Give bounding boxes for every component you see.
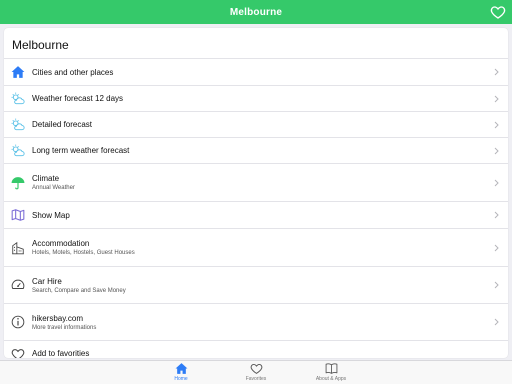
chevron-right-icon xyxy=(494,121,499,128)
top-bar: Melbourne xyxy=(0,0,512,24)
list-item-label: Weather forecast 12 days xyxy=(32,94,124,103)
heart-icon xyxy=(250,363,262,374)
list-item-subtitle: Search, Compare and Save Money xyxy=(32,287,126,294)
list-item-label: Cities and other places xyxy=(32,67,114,77)
tab-home[interactable]: Home xyxy=(151,362,211,384)
list-item-label: Accommodation xyxy=(32,239,90,248)
chevron-right-icon xyxy=(494,281,499,289)
info-icon xyxy=(11,315,25,329)
list-item-climate[interactable]: Climate Annual Weather xyxy=(4,163,508,201)
weather-icon xyxy=(11,144,25,158)
speedometer-icon xyxy=(11,278,25,292)
page-title: Melbourne xyxy=(229,6,283,18)
chevron-right-icon xyxy=(494,318,499,326)
chevron-right-icon xyxy=(494,211,499,219)
menu-card: Melbourne Cities and other places Weathe… xyxy=(4,28,508,358)
house-icon xyxy=(175,363,187,374)
tab-label: About & Apps xyxy=(315,376,347,382)
list-item-subtitle: Annual Weather xyxy=(32,185,75,191)
chevron-right-icon xyxy=(494,147,499,154)
home-icon xyxy=(11,65,25,79)
menu-list: Cities and other places Weather forecast… xyxy=(4,58,508,358)
list-item-accommodation[interactable]: Accommodation Hotels, Motels, Hostels, G… xyxy=(4,228,508,266)
list-item-label: Detailed forecast xyxy=(32,120,93,129)
list-item-long-term-forecast[interactable]: Long term weather forecast xyxy=(4,137,508,163)
book-icon xyxy=(325,363,337,374)
umbrella-icon xyxy=(11,176,25,190)
list-item-car-hire[interactable]: Car Hire Search, Compare and Save Money xyxy=(4,266,508,303)
chevron-right-icon xyxy=(494,95,499,102)
list-item-hikersbay[interactable]: hikersbay.com More travel informations xyxy=(4,303,508,340)
tab-about-apps[interactable]: About & Apps xyxy=(301,362,361,384)
map-icon xyxy=(11,208,25,222)
weather-icon xyxy=(11,118,25,132)
list-item-cities[interactable]: Cities and other places xyxy=(4,58,508,85)
building-icon xyxy=(11,241,25,255)
list-item-show-map[interactable]: Show Map xyxy=(4,201,508,228)
tab-label: Favorites xyxy=(245,376,267,382)
heart-outline-icon[interactable] xyxy=(490,4,506,20)
heart-icon xyxy=(11,347,25,358)
list-item-weather-forecast[interactable]: Weather forecast 12 days xyxy=(4,85,508,111)
chevron-right-icon xyxy=(494,244,499,251)
list-item-add-favorites[interactable]: Add to favorities xyxy=(4,340,508,358)
list-item-subtitle: Hotels, Motels, Hostels, Guest Houses xyxy=(32,250,135,256)
chevron-right-icon xyxy=(494,68,499,76)
list-item-label: Long term weather forecast xyxy=(32,146,130,155)
list-item-label: Show Map xyxy=(32,210,70,220)
tab-label: Home xyxy=(174,376,188,382)
list-item-label: hikersbay.com xyxy=(32,313,83,323)
list-item-label: Car Hire xyxy=(32,276,62,286)
weather-icon xyxy=(11,92,25,106)
card-title: Melbourne xyxy=(12,38,69,52)
tab-bar: Home Favorites About & Apps xyxy=(0,360,512,384)
list-item-label: Climate xyxy=(32,174,60,183)
list-item-label: Add to favorities xyxy=(32,349,90,358)
list-item-subtitle: More travel informations xyxy=(32,324,97,331)
tab-favorites[interactable]: Favorites xyxy=(226,362,286,384)
chevron-right-icon xyxy=(494,179,499,186)
list-item-detailed-forecast[interactable]: Detailed forecast xyxy=(4,111,508,137)
